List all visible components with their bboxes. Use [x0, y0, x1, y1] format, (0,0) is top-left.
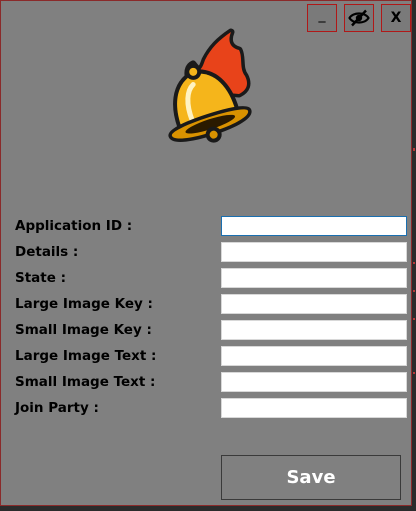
window-edge-bottom — [0, 506, 416, 511]
application-id-input[interactable] — [221, 216, 407, 236]
form-row-application-id: Application ID : — [15, 215, 407, 237]
eye-off-icon — [348, 9, 370, 27]
large-image-key-label: Large Image Key : — [15, 296, 153, 312]
details-input[interactable] — [221, 242, 407, 262]
small-image-text-label: Small Image Text : — [15, 374, 156, 390]
form-row-small-image-text: Small Image Text : — [15, 371, 407, 393]
state-input[interactable] — [221, 268, 407, 288]
form-row-large-image-text: Large Image Text : — [15, 345, 407, 367]
edge-mark — [413, 372, 415, 374]
join-party-input[interactable] — [221, 398, 407, 418]
app-logo — [135, 28, 275, 163]
join-party-label: Join Party : — [15, 400, 99, 416]
app-window: _ X Application ID: Details: State: L… — [0, 0, 412, 506]
edge-mark — [413, 148, 415, 151]
form-row-small-image-key: Small Image Key : — [15, 319, 407, 341]
edge-mark — [413, 262, 415, 264]
small-image-key-input[interactable] — [221, 320, 407, 340]
save-button-label: Save — [286, 467, 336, 488]
close-label: X — [390, 10, 402, 26]
form-row-details: Details : — [15, 241, 407, 263]
state-label: State : — [15, 270, 66, 286]
hide-button[interactable] — [344, 4, 374, 32]
small-image-text-input[interactable] — [221, 372, 407, 392]
edge-mark — [413, 290, 415, 292]
edge-mark — [413, 318, 415, 320]
large-image-key-input[interactable] — [221, 294, 407, 314]
application-id-label: Application ID : — [15, 218, 133, 234]
small-image-key-label: Small Image Key : — [15, 322, 152, 338]
minimize-button[interactable]: _ — [307, 4, 337, 32]
details-label: Details : — [15, 244, 79, 260]
save-button[interactable]: Save — [221, 455, 401, 500]
form-row-large-image-key: Large Image Key : — [15, 293, 407, 315]
large-image-text-input[interactable] — [221, 346, 407, 366]
large-image-text-label: Large Image Text : — [15, 348, 157, 364]
flaming-bell-icon — [168, 28, 252, 143]
window-edge-right — [412, 0, 416, 511]
minimize-label: _ — [318, 7, 326, 23]
form-row-join-party: Join Party : — [15, 397, 407, 419]
close-button[interactable]: X — [381, 4, 411, 32]
form-row-state: State : — [15, 267, 407, 289]
